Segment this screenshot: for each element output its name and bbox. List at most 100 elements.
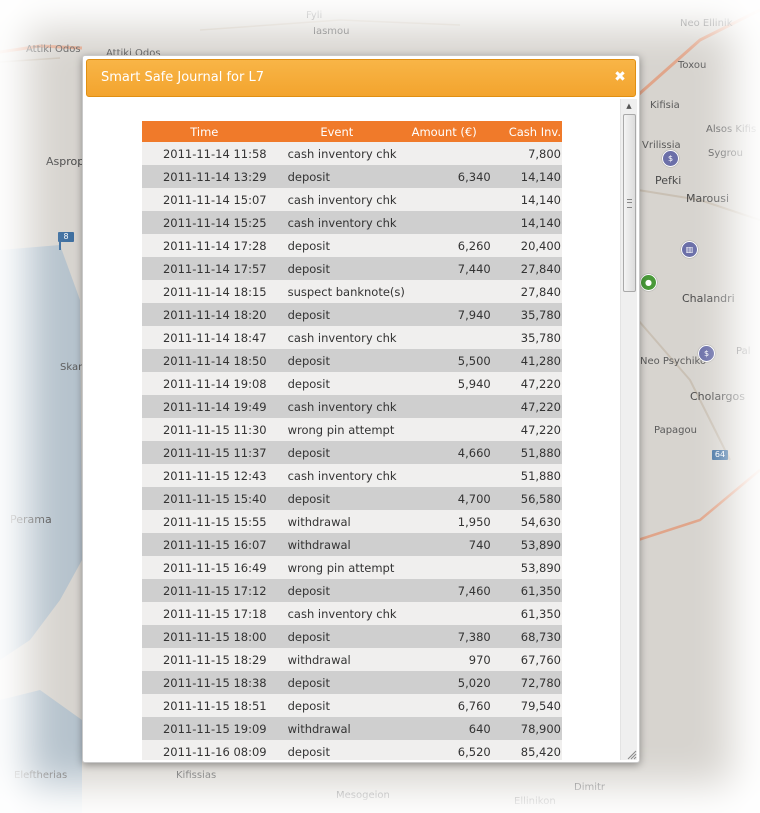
cell-amount: 7,460 bbox=[407, 579, 491, 602]
map-label: Neo Ellinik bbox=[680, 18, 733, 29]
table-row: 2011-11-15 18:29 withdrawal 970 67,760 bbox=[142, 648, 562, 671]
cell-cash-inv: 54,630 bbox=[490, 510, 562, 533]
cell-time: 2011-11-15 11:37 bbox=[142, 441, 267, 464]
table-row: 2011-11-14 17:28 deposit 6,260 20,400 bbox=[142, 234, 562, 257]
cell-amount: 6,520 bbox=[407, 740, 491, 760]
cell-cash-inv: 53,890 bbox=[490, 556, 562, 579]
cell-amount bbox=[407, 464, 491, 487]
close-icon[interactable]: ✖ bbox=[613, 69, 627, 85]
table-row: 2011-11-15 18:51 deposit 6,760 79,540 bbox=[142, 694, 562, 717]
map-label: Ellinikon bbox=[514, 796, 556, 807]
map-label: Cholargos bbox=[690, 390, 745, 403]
map-label: Kifissias bbox=[176, 770, 217, 781]
cell-time: 2011-11-14 13:29 bbox=[142, 165, 267, 188]
table-row: 2011-11-15 15:40 deposit 4,700 56,580 bbox=[142, 487, 562, 510]
cell-cash-inv: 14,140 bbox=[490, 188, 562, 211]
road-badge: 64 bbox=[712, 450, 728, 460]
table-row: 2011-11-14 15:07 cash inventory chk 14,140 bbox=[142, 188, 562, 211]
table-row: 2011-11-15 17:12 deposit 7,460 61,350 bbox=[142, 579, 562, 602]
cell-time: 2011-11-15 18:29 bbox=[142, 648, 267, 671]
cell-amount: 6,260 bbox=[407, 234, 491, 257]
cell-amount: 4,700 bbox=[407, 487, 491, 510]
cell-event: suspect banknote(s) bbox=[266, 280, 408, 303]
cell-time: 2011-11-15 15:40 bbox=[142, 487, 267, 510]
cell-cash-inv: 35,780 bbox=[490, 303, 562, 326]
table-row: 2011-11-14 18:20 deposit 7,940 35,780 bbox=[142, 303, 562, 326]
resize-handle-icon[interactable] bbox=[627, 750, 637, 760]
cell-time: 2011-11-15 16:49 bbox=[142, 556, 267, 579]
cell-event: wrong pin attempt bbox=[266, 556, 408, 579]
cell-time: 2011-11-15 11:30 bbox=[142, 418, 267, 441]
cell-amount bbox=[407, 395, 491, 418]
table-row: 2011-11-16 08:09 deposit 6,520 85,420 bbox=[142, 740, 562, 760]
cell-amount: 6,760 bbox=[407, 694, 491, 717]
column-header-time[interactable]: Time bbox=[142, 121, 267, 142]
cell-event: deposit bbox=[266, 303, 408, 326]
cell-cash-inv: 67,760 bbox=[490, 648, 562, 671]
cell-amount: 7,380 bbox=[407, 625, 491, 648]
cell-time: 2011-11-15 17:18 bbox=[142, 602, 267, 625]
cell-cash-inv: 7,800 bbox=[490, 142, 562, 165]
cell-time: 2011-11-14 15:07 bbox=[142, 188, 267, 211]
cell-cash-inv: 72,780 bbox=[490, 671, 562, 694]
cell-cash-inv: 79,540 bbox=[490, 694, 562, 717]
scrollbar-thumb[interactable] bbox=[623, 114, 636, 292]
bank-pin-icon[interactable]: ▥ bbox=[681, 241, 698, 258]
cell-amount bbox=[407, 418, 491, 441]
cell-event: deposit bbox=[266, 441, 408, 464]
table-row: 2011-11-14 18:15 suspect banknote(s) 27,84… bbox=[142, 280, 562, 303]
table-row: 2011-11-15 18:38 deposit 5,020 72,780 bbox=[142, 671, 562, 694]
map-label: Iasmou bbox=[313, 26, 350, 37]
cell-event: cash inventory chk bbox=[266, 395, 408, 418]
cell-time: 2011-11-14 18:20 bbox=[142, 303, 267, 326]
cell-time: 2011-11-14 18:47 bbox=[142, 326, 267, 349]
vertical-scrollbar[interactable]: ▲ bbox=[620, 99, 637, 760]
dialog-titlebar[interactable]: Smart Safe Journal for L7 ✖ bbox=[86, 59, 636, 97]
map-label: Alsos Kifis bbox=[706, 124, 757, 135]
table-row: 2011-11-15 11:37 deposit 4,660 51,880 bbox=[142, 441, 562, 464]
cell-time: 2011-11-15 15:55 bbox=[142, 510, 267, 533]
cell-event: cash inventory chk bbox=[266, 326, 408, 349]
cell-event: deposit bbox=[266, 579, 408, 602]
cell-amount: 740 bbox=[407, 533, 491, 556]
cell-cash-inv: 53,890 bbox=[490, 533, 562, 556]
cell-event: deposit bbox=[266, 740, 408, 760]
cell-event: cash inventory chk bbox=[266, 464, 408, 487]
cell-cash-inv: 47,220 bbox=[490, 395, 562, 418]
cell-cash-inv: 27,840 bbox=[490, 257, 562, 280]
cell-event: deposit bbox=[266, 372, 408, 395]
journal-dialog: Smart Safe Journal for L7 ✖ Time Event A… bbox=[82, 55, 640, 763]
cell-event: deposit bbox=[266, 694, 408, 717]
cell-amount: 5,940 bbox=[407, 372, 491, 395]
map-label: Papagou bbox=[654, 425, 697, 436]
cell-time: 2011-11-15 18:00 bbox=[142, 625, 267, 648]
cell-amount: 1,950 bbox=[407, 510, 491, 533]
table-row: 2011-11-14 19:08 deposit 5,940 47,220 bbox=[142, 372, 562, 395]
cell-event: withdrawal bbox=[266, 533, 408, 556]
map-label: Chalandri bbox=[682, 292, 735, 305]
map-label: Mesogeion bbox=[336, 790, 390, 801]
cell-amount: 7,940 bbox=[407, 303, 491, 326]
cell-cash-inv: 85,420 bbox=[490, 740, 562, 760]
cell-time: 2011-11-14 19:49 bbox=[142, 395, 267, 418]
cell-amount: 970 bbox=[407, 648, 491, 671]
map-label: Dimitr bbox=[574, 782, 606, 793]
table-row: 2011-11-15 18:00 deposit 7,380 68,730 bbox=[142, 625, 562, 648]
column-header-cash-inv[interactable]: Cash Inv. bbox=[490, 121, 562, 142]
cell-event: deposit bbox=[266, 349, 408, 372]
cell-cash-inv: 35,780 bbox=[490, 326, 562, 349]
shopping-pin-icon[interactable]: $ bbox=[662, 150, 679, 167]
shopping-pin-icon[interactable]: $ bbox=[698, 345, 715, 362]
location-pin-icon[interactable]: ● bbox=[640, 274, 657, 291]
map-label: Fyli bbox=[306, 10, 323, 21]
column-header-event[interactable]: Event bbox=[266, 121, 408, 142]
table-row: 2011-11-14 17:57 deposit 7,440 27,840 bbox=[142, 257, 562, 280]
scroll-up-arrow-icon[interactable]: ▲ bbox=[621, 99, 637, 113]
column-header-amount[interactable]: Amount (€) bbox=[407, 121, 491, 142]
cell-event: cash inventory chk bbox=[266, 602, 408, 625]
cell-event: withdrawal bbox=[266, 510, 408, 533]
map-label: Neo Psychiko bbox=[640, 356, 707, 367]
cell-cash-inv: 47,220 bbox=[490, 418, 562, 441]
cell-event: deposit bbox=[266, 625, 408, 648]
cell-amount bbox=[407, 556, 491, 579]
